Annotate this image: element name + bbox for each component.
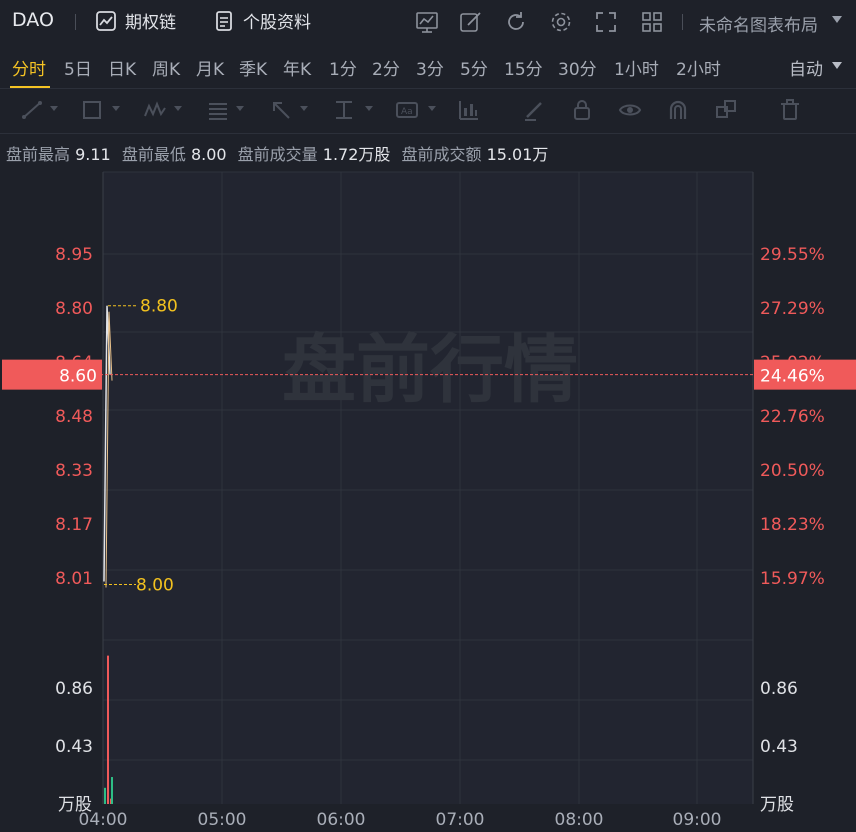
time-tick-label: 07:00 bbox=[436, 810, 485, 830]
eye-icon[interactable] bbox=[618, 98, 642, 122]
price-tick-label: 8.95 bbox=[55, 245, 93, 265]
price-tick-label: 8.48 bbox=[55, 407, 93, 427]
time-tick-label: 06:00 bbox=[317, 810, 366, 830]
price-tick-label: 8.33 bbox=[55, 461, 93, 481]
tab-intraday[interactable]: 分时 bbox=[12, 55, 46, 80]
chevron-down-icon[interactable] bbox=[365, 106, 373, 111]
indicator-chart-icon[interactable] bbox=[415, 10, 439, 34]
percent-tick-label: 18.23% bbox=[760, 515, 825, 535]
volume-bar bbox=[104, 787, 106, 804]
volume-unit-label: 万股 bbox=[58, 795, 92, 815]
options-chain-icon bbox=[96, 10, 116, 31]
options-chain-label: 期权链 bbox=[125, 13, 176, 33]
period-tabs: 分时 5日 日K 周K 月K 季K 年K 1分 2分 3分 5分 15分 30分… bbox=[0, 44, 856, 88]
svg-text:Aa: Aa bbox=[401, 107, 413, 117]
tab-5min[interactable]: 5分 bbox=[460, 55, 488, 80]
volume-tick-label: 0.43 bbox=[55, 737, 93, 757]
chevron-down-icon[interactable] bbox=[174, 106, 182, 111]
price-tick-label: 8.01 bbox=[55, 569, 93, 589]
tab-quarterly-k[interactable]: 季K bbox=[239, 55, 267, 80]
edit-icon[interactable] bbox=[459, 10, 483, 34]
volume-tick-label: 0.86 bbox=[760, 679, 798, 699]
volume-bar bbox=[107, 655, 109, 804]
tab-weekly-k[interactable]: 周K bbox=[152, 55, 180, 80]
price-chart[interactable]: 盘前行情8.958.808.648.488.338.178.0129.55%27… bbox=[0, 160, 856, 832]
chevron-down-icon[interactable] bbox=[50, 106, 58, 111]
magnet-icon[interactable] bbox=[666, 98, 690, 122]
current-change-label: 24.46% bbox=[760, 367, 825, 387]
volume-tick-label: 0.43 bbox=[760, 737, 798, 757]
trend-line-tool-icon[interactable] bbox=[20, 98, 44, 122]
stock-profile-label: 个股资料 bbox=[243, 13, 311, 33]
gear-icon[interactable] bbox=[549, 10, 573, 34]
tab-monthly-k[interactable]: 月K bbox=[196, 55, 224, 80]
percent-tick-label: 15.97% bbox=[760, 569, 825, 589]
layers-icon[interactable] bbox=[714, 98, 738, 122]
wave-tool-icon[interactable] bbox=[143, 98, 167, 122]
pencil-icon[interactable] bbox=[522, 98, 546, 122]
tab-30min[interactable]: 30分 bbox=[558, 55, 597, 80]
high-marker-label: 8.80 bbox=[140, 297, 178, 317]
price-tick-label: 8.80 bbox=[55, 299, 93, 319]
current-price-label: 8.60 bbox=[59, 367, 97, 387]
percent-tick-label: 29.55% bbox=[760, 245, 825, 265]
chevron-down-icon[interactable] bbox=[832, 16, 842, 23]
divider bbox=[682, 14, 683, 30]
measure-tool-icon[interactable] bbox=[332, 98, 356, 122]
chevron-down-icon[interactable] bbox=[832, 62, 842, 69]
percent-tick-label: 27.29% bbox=[760, 299, 825, 319]
volume-bar bbox=[111, 777, 113, 804]
rectangle-tool-icon[interactable] bbox=[80, 98, 104, 122]
percent-tick-label: 20.50% bbox=[760, 461, 825, 481]
lock-icon[interactable] bbox=[570, 98, 594, 122]
price-tick-label: 8.17 bbox=[55, 515, 93, 535]
grid-layout-icon[interactable] bbox=[640, 10, 664, 34]
trash-icon[interactable] bbox=[778, 98, 802, 122]
layout-name[interactable]: 未命名图表布局 bbox=[699, 11, 818, 36]
tab-daily-k[interactable]: 日K bbox=[108, 55, 136, 80]
volume-tick-label: 0.86 bbox=[55, 679, 93, 699]
plot-area bbox=[103, 172, 753, 804]
stock-profile-button[interactable]: 个股资料 bbox=[213, 8, 311, 33]
refresh-icon[interactable] bbox=[504, 10, 528, 34]
percent-tick-label: 22.76% bbox=[760, 407, 825, 427]
time-tick-label: 08:00 bbox=[555, 810, 604, 830]
fullscreen-icon[interactable] bbox=[594, 10, 618, 34]
chevron-down-icon[interactable] bbox=[428, 106, 436, 111]
arrow-tool-icon[interactable] bbox=[269, 98, 293, 122]
tab-2min[interactable]: 2分 bbox=[372, 55, 400, 80]
top-bar: DAO 期权链 个股资料 未命名图表布局 bbox=[0, 0, 856, 44]
volume-unit-label: 万股 bbox=[760, 795, 794, 815]
tab-2hour[interactable]: 2小时 bbox=[676, 55, 721, 80]
chevron-down-icon[interactable] bbox=[300, 106, 308, 111]
time-tick-label: 09:00 bbox=[673, 810, 722, 830]
low-marker-label: 8.00 bbox=[136, 575, 174, 595]
tab-yearly-k[interactable]: 年K bbox=[283, 55, 311, 80]
tab-5day[interactable]: 5日 bbox=[64, 55, 92, 80]
chevron-down-icon[interactable] bbox=[112, 106, 120, 111]
watermark-text: 盘前行情 bbox=[282, 327, 578, 413]
ticker-symbol[interactable]: DAO bbox=[12, 9, 54, 31]
divider bbox=[75, 14, 76, 30]
document-icon bbox=[216, 10, 232, 31]
tab-1min[interactable]: 1分 bbox=[329, 55, 357, 80]
options-chain-button[interactable]: 期权链 bbox=[95, 8, 176, 33]
tab-15min[interactable]: 15分 bbox=[504, 55, 543, 80]
indicator-tool-icon[interactable] bbox=[457, 98, 481, 122]
time-tick-label: 05:00 bbox=[198, 810, 247, 830]
tab-1hour[interactable]: 1小时 bbox=[614, 55, 659, 80]
text-tool-icon[interactable]: Aa bbox=[395, 98, 419, 122]
chevron-down-icon[interactable] bbox=[236, 106, 244, 111]
tab-3min[interactable]: 3分 bbox=[416, 55, 444, 80]
fibonacci-tool-icon[interactable] bbox=[206, 98, 230, 122]
auto-scale-dropdown[interactable]: 自动 bbox=[789, 55, 823, 80]
